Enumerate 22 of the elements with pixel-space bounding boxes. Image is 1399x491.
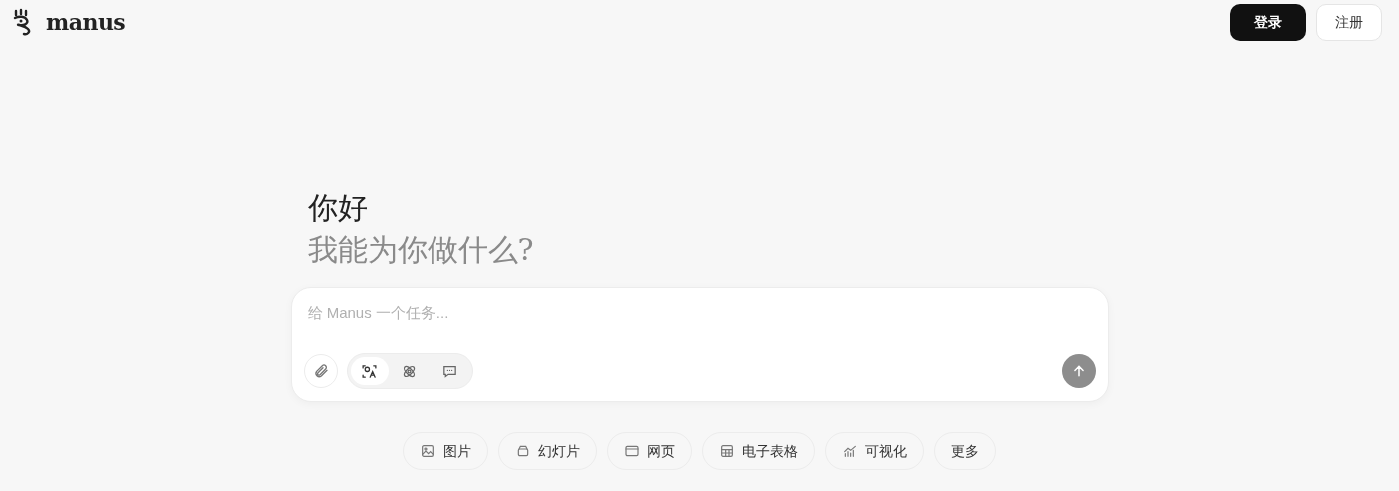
greeting-subtitle: 我能为你做什么?	[307, 231, 535, 269]
quick-action-chip[interactable]: 幻灯片	[498, 432, 597, 470]
table-icon	[719, 443, 735, 459]
quick-action-chip[interactable]: 图片	[403, 432, 488, 470]
paperclip-icon	[312, 363, 329, 379]
quick-action-chip[interactable]: 网页	[607, 432, 692, 470]
image-icon	[420, 443, 436, 459]
chart-icon	[842, 443, 858, 459]
signup-button[interactable]: 注册	[1316, 4, 1382, 41]
browser-icon	[624, 443, 640, 459]
slides-icon	[515, 443, 531, 459]
task-input-field[interactable]: 给 Manus 一个任务...	[303, 302, 1096, 325]
arrow-up-icon	[1071, 364, 1086, 378]
quick-action-chip[interactable]: 可视化	[825, 432, 924, 470]
login-button[interactable]: 登录	[1230, 4, 1306, 41]
agent-icon	[361, 362, 378, 380]
logo-text: manus	[46, 7, 126, 37]
send-button[interactable]	[1061, 354, 1096, 388]
greeting-title: 你好	[307, 189, 369, 227]
mode-toggle[interactable]	[350, 357, 389, 385]
quick-action-chip[interactable]: 电子表格	[702, 432, 815, 470]
quick-action-chip[interactable]: 更多	[934, 432, 996, 470]
